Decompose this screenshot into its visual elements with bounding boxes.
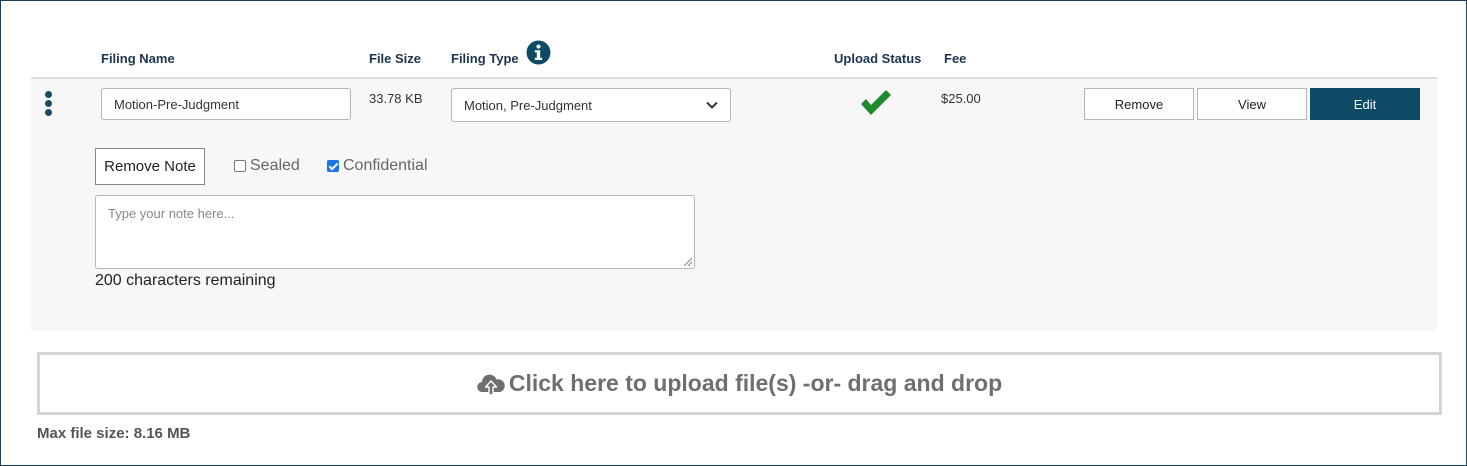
chevron-down-icon [706,101,718,109]
resize-handle[interactable] [684,258,692,266]
header-filing-name: Filing Name [101,51,175,66]
header-file-size: File Size [369,51,422,66]
remove-note-button[interactable]: Remove Note [95,148,205,185]
filing-name-input[interactable] [101,88,351,120]
confidential-checkbox-box[interactable] [327,160,339,172]
sealed-checkbox[interactable]: Sealed [234,157,300,175]
note-textarea[interactable]: Type your note here... [95,195,695,269]
header-filing-type: Filing Type [451,51,519,66]
fee-value: $25.00 [941,91,981,106]
upload-dropzone[interactable]: Click here to upload file(s) -or- drag a… [37,352,1442,415]
edit-button[interactable]: Edit [1310,88,1420,120]
confidential-label: Confidential [343,157,428,174]
file-size-value: 33.78 KB [369,91,423,106]
filing-type-select[interactable]: Motion, Pre-Judgment [451,88,731,122]
cloud-upload-icon [477,374,505,396]
kebab-menu-icon[interactable] [45,91,53,117]
filing-type-selected: Motion, Pre-Judgment [464,97,592,113]
confidential-checkbox[interactable]: Confidential [327,157,428,175]
filing-upload-panel: Filing Name File Size Filing Type Upload… [0,0,1467,466]
sealed-label: Sealed [250,157,300,174]
view-button[interactable]: View [1197,88,1307,120]
note-placeholder: Type your note here... [108,206,235,221]
info-circle-icon[interactable] [526,40,551,65]
upload-dropzone-label: Click here to upload file(s) -or- drag a… [508,370,1003,396]
sealed-checkbox-box[interactable] [234,160,246,172]
characters-remaining: 200 characters remaining [95,272,276,289]
max-file-size: Max file size: 8.16 MB [37,425,191,442]
remove-button[interactable]: Remove [1084,88,1194,120]
checkmark-icon [861,90,891,115]
header-upload-status: Upload Status [834,51,922,66]
header-fee: Fee [944,51,967,66]
